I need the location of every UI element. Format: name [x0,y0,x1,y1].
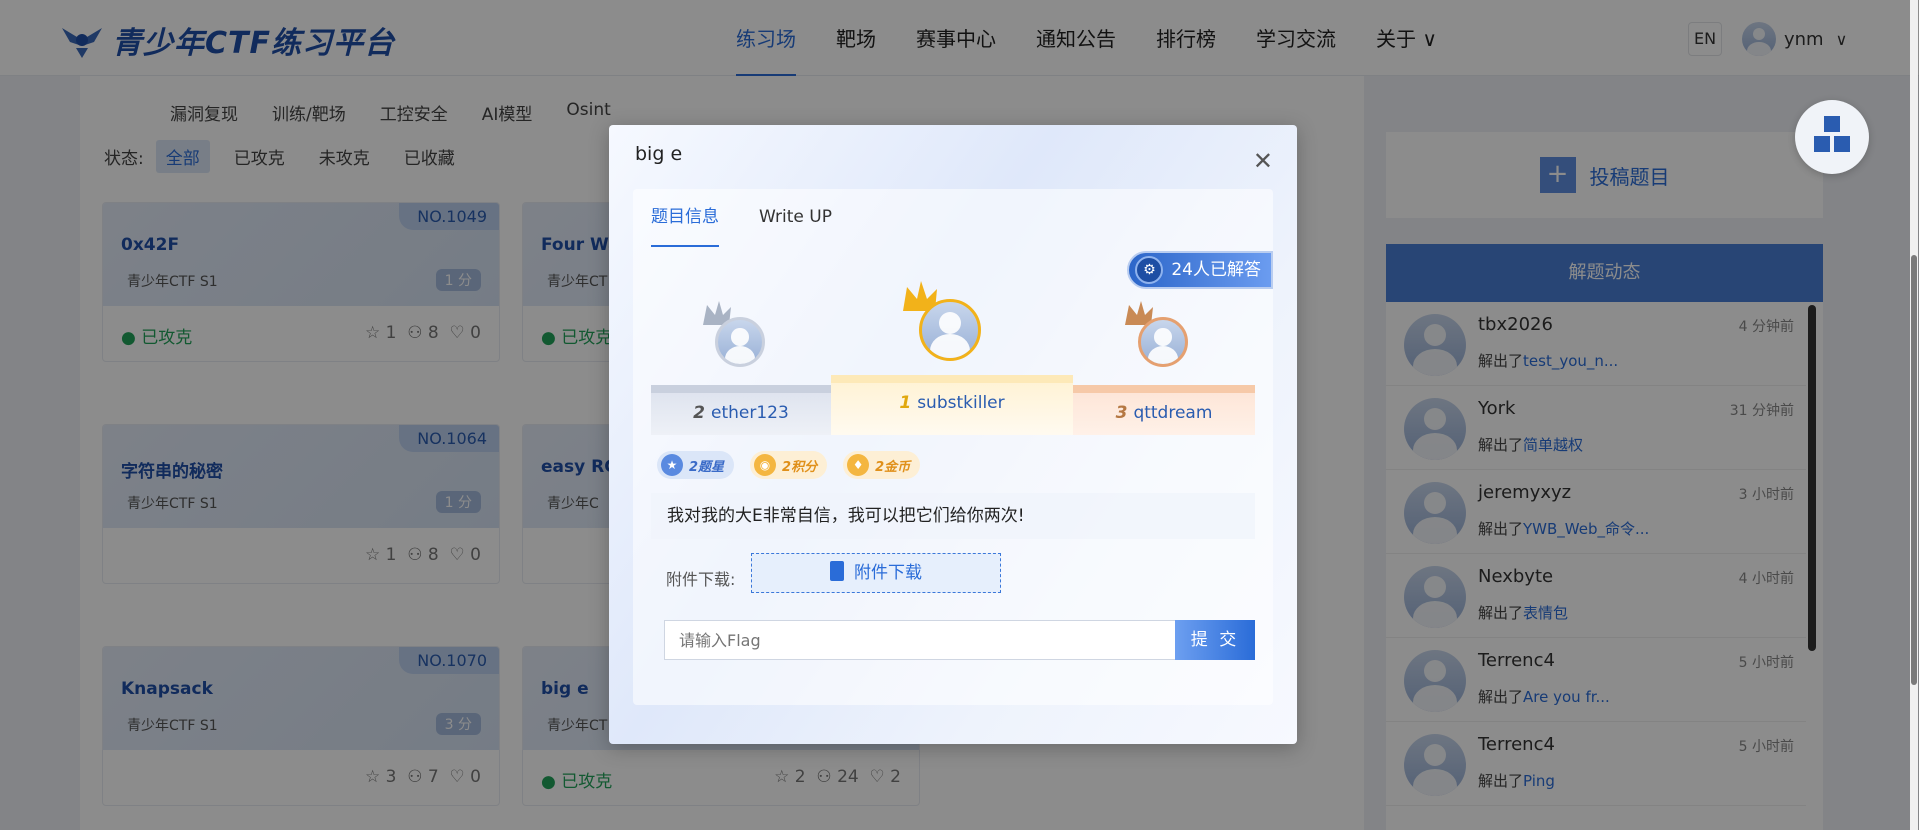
attachment-download-label: 附件下载 [854,563,922,583]
reward-list: ★ 2题星 ◉ 2积分 ♦ 2金币 [657,451,936,479]
reward-gold: ♦ 2金币 [843,451,921,479]
podium-second-label: 2 ether123 [651,403,831,423]
rank-number: 1 [899,393,912,413]
users-icon: ⚙ [1135,256,1164,284]
modal-title: big e [635,143,683,165]
page-scrollbar[interactable] [1911,255,1917,685]
modal-body: 题目信息 Write UP ⚙ 24人已解答 2 ether123 1 substk… [633,189,1273,705]
modal-tabs: 题目信息 Write UP [651,189,872,249]
star-icon: ★ [661,454,683,476]
close-icon[interactable]: ✕ [1253,147,1273,175]
third-place-avatar [1138,317,1188,367]
reward-points-text: 2积分 [782,459,818,475]
reward-gold-text: 2金币 [875,459,911,475]
money-bag-icon: ♦ [847,454,870,476]
first-place-avatar [919,299,981,361]
podium-third: 3 qttdream [1073,385,1255,435]
winner-name[interactable]: qttdream [1133,403,1212,423]
solved-count-text: 24人已解答 [1171,260,1261,280]
coin-icon: ◉ [754,454,777,476]
rank-number: 2 [693,403,706,423]
zip-file-icon [830,561,844,581]
second-place-avatar [715,317,765,367]
podium-third-label: 3 qttdream [1073,403,1255,423]
reward-stars-text: 2题星 [689,459,725,475]
flag-input[interactable] [664,620,1176,660]
podium: 2 ether123 1 substkiller 3 qttdream [651,375,1255,435]
winner-name[interactable]: ether123 [711,403,789,423]
attachment-label: 附件下载: [666,570,736,589]
reward-stars: ★ 2题星 [657,451,735,479]
podium-second: 2 ether123 [651,385,831,435]
reward-points: ◉ 2积分 [750,451,828,479]
challenge-modal: big e ✕ 题目信息 Write UP ⚙ 24人已解答 2 ether123… [609,125,1297,744]
solved-count-badge: ⚙ 24人已解答 [1127,251,1273,289]
floating-helper-button[interactable] [1795,100,1869,174]
challenge-description: 我对我的大E非常自信，我可以把它们给你两次! [651,493,1255,539]
podium-first: 1 substkiller [831,375,1073,435]
podium-first-label: 1 substkiller [831,393,1073,413]
cubes-icon [1814,116,1850,152]
attachment-download-button[interactable]: 附件下载 [751,553,1001,593]
submit-flag-button[interactable]: 提 交 [1175,620,1255,660]
rank-number: 3 [1115,403,1128,423]
tab-challenge-info[interactable]: 题目信息 [651,189,719,249]
tab-writeup[interactable]: Write UP [759,189,832,249]
winner-name[interactable]: substkiller [917,393,1004,413]
